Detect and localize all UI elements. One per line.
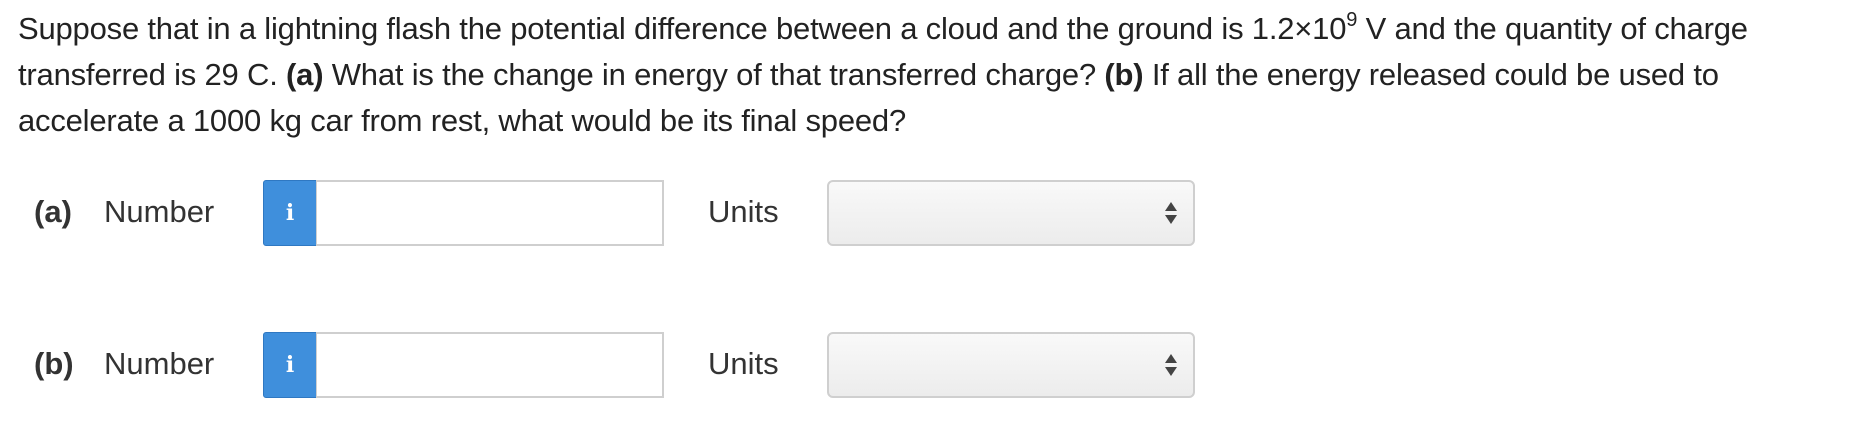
part-b-tag: (b) bbox=[1104, 57, 1144, 92]
info-icon-glyph: i bbox=[285, 352, 295, 378]
select-arrows-icon bbox=[1165, 200, 1177, 228]
part-label-b: (b) bbox=[34, 346, 74, 381]
exponent: 9 bbox=[1346, 8, 1358, 31]
number-input-a[interactable] bbox=[316, 180, 664, 246]
units-label-a: Units bbox=[708, 194, 779, 229]
question-text: Suppose that in a lightning flash the po… bbox=[18, 6, 1818, 144]
number-label-b: Number bbox=[104, 346, 215, 381]
number-input-b[interactable] bbox=[316, 332, 664, 398]
info-icon-glyph: i bbox=[285, 200, 295, 226]
arrow-up-icon bbox=[1165, 202, 1177, 211]
units-select-b[interactable] bbox=[827, 332, 1195, 398]
part-a-question: What is the change in energy of that tra… bbox=[323, 57, 1105, 92]
info-icon[interactable]: i bbox=[263, 332, 317, 398]
arrow-down-icon bbox=[1165, 215, 1177, 224]
arrow-down-icon bbox=[1165, 367, 1177, 376]
units-label-b: Units bbox=[708, 346, 779, 381]
answer-row-b: (b) Number i Units bbox=[0, 332, 1858, 400]
question-intro: Suppose that in a lightning flash the po… bbox=[18, 11, 1347, 46]
part-a-tag: (a) bbox=[286, 57, 324, 92]
arrow-up-icon bbox=[1165, 354, 1177, 363]
info-icon[interactable]: i bbox=[263, 180, 317, 246]
number-label-a: Number bbox=[104, 194, 215, 229]
units-select-a[interactable] bbox=[827, 180, 1195, 246]
part-label-a: (a) bbox=[34, 194, 72, 229]
answer-row-a: (a) Number i Units bbox=[0, 180, 1858, 248]
select-arrows-icon bbox=[1165, 352, 1177, 380]
